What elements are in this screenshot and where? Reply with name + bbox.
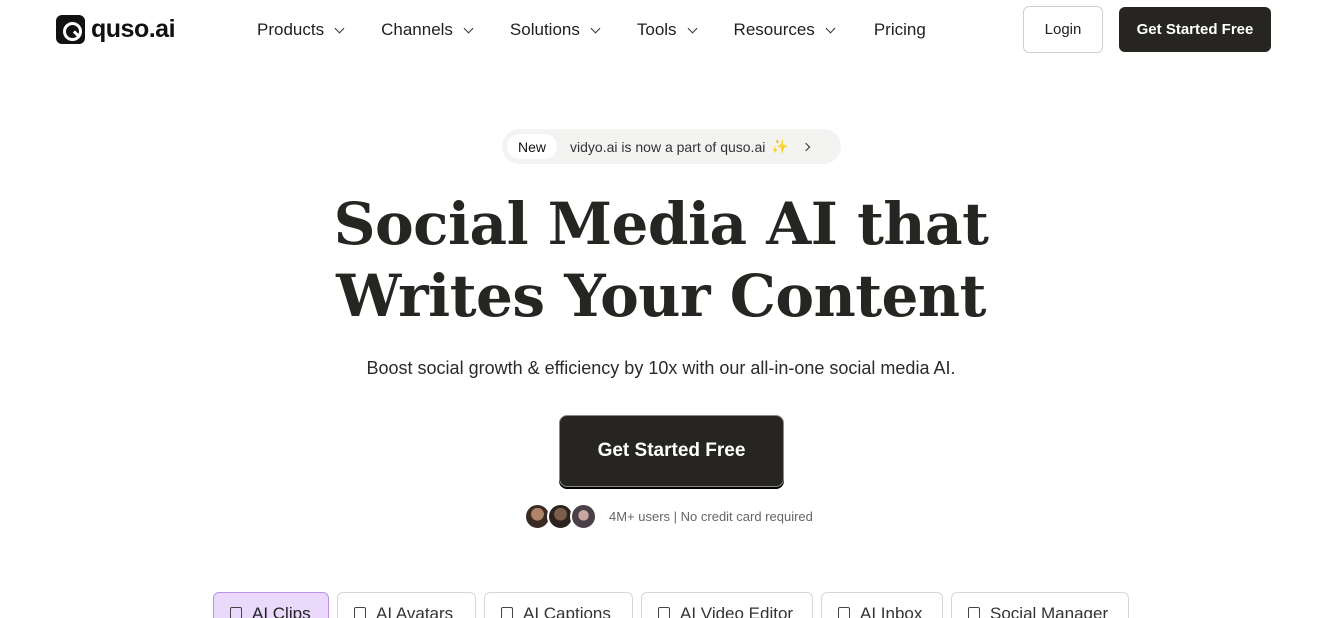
brand-name: quso.ai (91, 15, 176, 43)
logo[interactable]: quso.ai (56, 15, 176, 44)
tab-label: AI Inbox (860, 604, 923, 618)
tab-label: AI Clips (252, 604, 311, 618)
nav-item-tools[interactable]: Tools (636, 18, 697, 42)
nav-item-label: Tools (636, 20, 677, 39)
nav-item-label: Resources (733, 20, 815, 39)
nav-item-label: Pricing (873, 20, 926, 39)
social-proof: 4M+ users | No credit card required (524, 503, 813, 530)
quso-logo-icon (56, 15, 85, 44)
chevron-down-icon (825, 23, 836, 33)
tab-social-manager[interactable]: Social Manager (951, 592, 1129, 618)
product-tabs: AI Clips AI Avatars AI Captions AI Video… (213, 592, 1137, 618)
nav-item-pricing[interactable]: Pricing (874, 18, 926, 42)
calendar-icon (968, 607, 980, 618)
login-button[interactable]: Login (1023, 6, 1103, 53)
magic-wand-icon (658, 607, 670, 618)
tab-label: AI Avatars (376, 604, 454, 618)
get-started-button-header[interactable]: Get Started Free (1119, 7, 1271, 52)
nav-item-solutions[interactable]: Solutions (509, 18, 601, 42)
announcement-pill[interactable]: New vidyo.ai is now a part of quso.ai ✨ (502, 129, 841, 164)
social-proof-text: 4M+ users | No credit card required (609, 509, 813, 524)
inbox-icon (838, 607, 850, 618)
hero-title-line-2: Writes Your Content (336, 262, 986, 330)
captions-icon (501, 607, 513, 618)
chevron-down-icon (334, 23, 345, 33)
tab-ai-inbox[interactable]: AI Inbox (821, 592, 943, 618)
chevron-down-icon (463, 23, 474, 33)
avatar (570, 503, 597, 530)
chevron-right-icon (801, 142, 811, 151)
tab-label: AI Captions (523, 604, 611, 618)
nav-item-label: Products (257, 20, 325, 39)
tab-ai-captions[interactable]: AI Captions (484, 592, 633, 618)
hero-title-line-1: Social Media AI that (333, 190, 989, 258)
tab-label: AI Video Editor (680, 604, 794, 618)
nav-item-resources[interactable]: Resources (733, 18, 836, 42)
sparkle-icon: ✨ (771, 138, 789, 154)
announcement-text: vidyo.ai is now a part of quso.ai (570, 138, 766, 155)
nav-item-channels[interactable]: Channels (381, 18, 474, 42)
get-started-button-hero[interactable]: Get Started Free (559, 415, 784, 487)
nav-item-products[interactable]: Products (257, 18, 345, 42)
nav-item-label: Solutions (509, 20, 580, 39)
chevron-down-icon (687, 23, 697, 33)
tab-ai-video-editor[interactable]: AI Video Editor (641, 592, 813, 618)
chevron-down-icon (590, 23, 601, 33)
hero-title: Social Media AI that Writes Your Content (0, 188, 1322, 332)
new-badge: New (507, 134, 558, 159)
top-nav: quso.ai Products Channels Solutions Tool… (0, 0, 1322, 60)
avatar-icon (354, 607, 366, 618)
user-avatars (524, 503, 597, 530)
clip-icon (230, 607, 242, 618)
tab-ai-avatars[interactable]: AI Avatars (337, 592, 476, 618)
hero-subtitle: Boost social growth & efficiency by 10x … (366, 358, 956, 378)
tab-ai-clips[interactable]: AI Clips (213, 592, 329, 618)
main-menu: Products Channels Solutions Tools Resour… (257, 18, 926, 42)
nav-item-label: Channels (381, 20, 453, 39)
tab-label: Social Manager (990, 604, 1109, 618)
